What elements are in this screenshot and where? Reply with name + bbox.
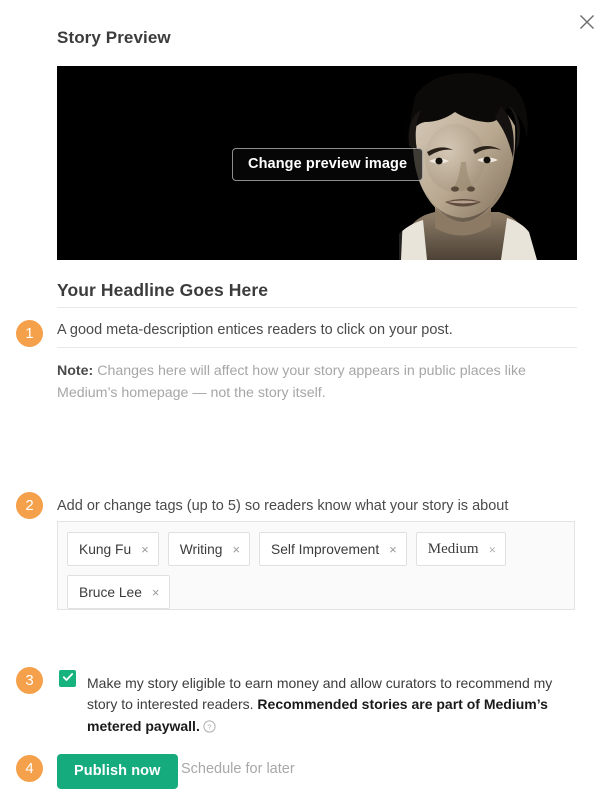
tags-input-container[interactable]: Kung Fu × Writing × Self Improvement × Medium ×… — [57, 521, 575, 610]
tag-remove-icon[interactable]: × — [152, 586, 160, 599]
preview-image: Change preview image — [57, 66, 577, 260]
tag-list: Kung Fu × Writing × Self Improvement × Medium ×… — [67, 532, 565, 609]
tag-remove-icon[interactable]: × — [489, 543, 496, 556]
tag-label: Bruce Lee — [79, 584, 142, 600]
check-icon — [62, 670, 74, 688]
monetization-label: Make my story eligible to earn money and… — [87, 673, 557, 739]
note-label: Note: — [57, 363, 94, 379]
step-badge-3: 3 — [16, 667, 43, 694]
step-badge-1: 1 — [16, 320, 43, 347]
tag-label: Medium — [427, 540, 479, 557]
tag-label: Writing — [179, 541, 223, 557]
change-preview-image-button[interactable]: Change preview image — [232, 148, 424, 181]
note-text: Note: Changes here will affect how your … — [57, 360, 537, 405]
close-button[interactable] — [573, 8, 601, 36]
tags-label: Add or change tags (up to 5) so readers … — [57, 498, 509, 514]
tag-pill[interactable]: Bruce Lee × — [67, 575, 170, 609]
tag-label: Kung Fu — [79, 541, 132, 557]
tag-remove-icon[interactable]: × — [232, 543, 240, 556]
step-badge-2: 2 — [16, 492, 43, 519]
tag-remove-icon[interactable]: × — [141, 543, 149, 556]
publish-now-button[interactable]: Publish now — [57, 754, 178, 789]
tag-label: Self Improvement — [271, 541, 380, 557]
meta-description-field[interactable]: A good meta-description entices readers … — [57, 322, 577, 338]
help-circle-icon[interactable]: ? — [203, 718, 216, 739]
svg-text:?: ? — [207, 722, 211, 731]
step-badge-4: 4 — [16, 755, 43, 782]
tag-remove-icon[interactable]: × — [389, 543, 397, 556]
tag-pill[interactable]: Self Improvement × — [259, 532, 407, 566]
tag-pill[interactable]: Medium × — [415, 532, 506, 566]
divider-description — [57, 347, 577, 348]
note-body: Changes here will affect how your story … — [57, 363, 526, 402]
tag-pill[interactable]: Writing × — [167, 532, 251, 566]
divider-headline — [57, 307, 577, 308]
dialog-title: Story Preview — [57, 28, 171, 47]
tag-pill[interactable]: Kung Fu × — [67, 532, 159, 566]
schedule-for-later-link[interactable]: Schedule for later — [181, 761, 295, 777]
headline-field[interactable]: Your Headline Goes Here — [57, 280, 577, 301]
close-icon — [579, 14, 595, 30]
monetization-checkbox[interactable] — [59, 670, 76, 687]
